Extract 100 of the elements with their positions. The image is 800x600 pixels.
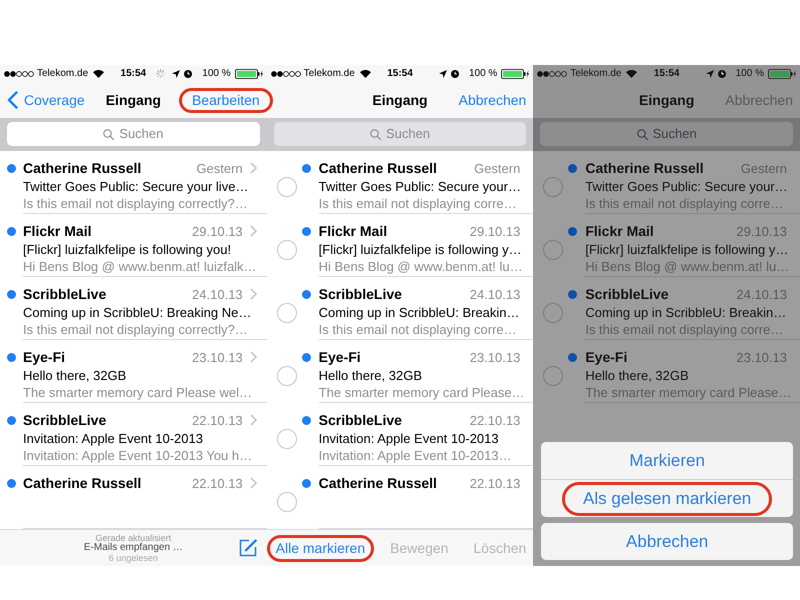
sheet-action-button[interactable]: Markieren	[629, 450, 705, 470]
back-button[interactable]: Coverage	[7, 91, 85, 109]
nav-title: Eingang	[106, 92, 161, 108]
location-arrow-icon	[706, 70, 714, 78]
message-subject: Coming up in ScribbleU: Breaking Ne…	[23, 304, 252, 321]
chevron-right-icon	[250, 225, 257, 237]
search-icon	[370, 128, 381, 140]
sender-name: Flickr Mail	[23, 222, 92, 241]
message-date: 29.10.13	[736, 222, 787, 240]
message-preview: Is this email not displaying corre…	[318, 321, 518, 338]
clock-icon	[450, 70, 459, 78]
sender-name: Catherine Russell	[23, 159, 142, 178]
message-date: 23.10.13	[470, 348, 520, 366]
carrier-name: Telekom.de	[570, 68, 622, 80]
message-date: Gestern	[196, 160, 243, 176]
message-date: 24.10.13	[192, 286, 243, 302]
message-preview: Is this email not displaying corre…	[585, 195, 784, 212]
message-date: 22.10.13	[192, 474, 243, 492]
message-subject: Coming up in ScribbleU: Breakin…	[318, 304, 520, 321]
location-arrow-icon	[172, 70, 180, 78]
nav-action-button[interactable]: Abbrechen	[458, 92, 526, 108]
nav-title: Eingang	[372, 92, 428, 108]
message-subject: [Flickr] luizfalkfelipe is following y…	[318, 241, 520, 258]
carrier-name: Telekom.de	[304, 68, 355, 80]
signal-icon	[4, 70, 34, 76]
message-subject: Twitter Goes Public: Secure your…	[585, 178, 787, 195]
location-arrow-icon	[438, 70, 447, 78]
compose-icon[interactable]	[238, 538, 258, 558]
sender-name: Eye-Fi	[318, 348, 362, 367]
sender-name: Catherine Russell	[318, 474, 438, 493]
wifi-icon	[626, 70, 638, 78]
message-subject: Coming up in ScribbleU: Breakin…	[585, 304, 787, 321]
message-preview: Invitation: Apple Event 10-2013…	[318, 447, 513, 464]
signal-icon	[537, 70, 568, 76]
search-icon	[103, 128, 114, 140]
message-preview: Hi Bens Blog @ www.benm.at! lu…	[585, 258, 787, 275]
battery-icon	[501, 68, 530, 78]
message-preview: Hi Bens Blog @ www.benm.at! lu…	[318, 258, 520, 275]
sender-name: Eye-Fi	[585, 348, 628, 367]
message-subject: Twitter Goes Public: Secure your…	[318, 178, 520, 195]
battery-icon	[768, 68, 796, 78]
battery-icon	[234, 68, 263, 78]
sender-name: Flickr Mail	[585, 222, 655, 241]
message-preview: Is this email not displaying correctly?…	[23, 195, 249, 212]
nav-action-button[interactable]: Abbrechen	[725, 92, 793, 108]
clock-icon	[184, 70, 192, 78]
chevron-right-icon	[250, 162, 257, 174]
carrier-name: Telekom.de	[37, 68, 88, 80]
clock-icon	[718, 70, 726, 78]
chevron-right-icon	[250, 477, 257, 489]
message-date: 22.10.13	[470, 474, 520, 492]
message-preview: The smarter memory card Please…	[585, 384, 787, 401]
message-subject: Hello there, 32GB	[318, 367, 423, 384]
nav-title: Eingang	[639, 92, 694, 108]
message-subject: Hello there, 32GB	[585, 367, 690, 384]
message-date: Gestern	[740, 160, 787, 176]
signal-icon	[270, 70, 301, 76]
message-subject: Invitation: Apple Event 10-2013	[318, 430, 500, 447]
message-subject: Invitation: Apple Event 10-2013	[23, 430, 204, 447]
clock-time: 15:54	[387, 68, 413, 80]
sender-name: ScribbleLive	[585, 285, 670, 304]
message-date: Gestern	[474, 160, 520, 176]
toolbar-button[interactable]: Alle markieren	[266, 534, 374, 562]
message-date: 29.10.13	[470, 222, 520, 240]
message-date: 29.10.13	[192, 222, 243, 240]
search-icon	[636, 128, 648, 140]
message-subject: Hello there, 32GB	[23, 367, 128, 384]
clock-time: 15:54	[654, 68, 680, 80]
message-subject: [Flickr] luizfalkfelipe is following you!	[23, 241, 232, 258]
message-preview: Is this email not displaying corre…	[585, 321, 784, 338]
chevron-right-icon	[250, 414, 257, 426]
battery-percent: 100 %	[736, 68, 764, 80]
sender-name: ScribbleLive	[23, 411, 108, 430]
clock-time: 15:54	[120, 68, 146, 80]
sync-status-text: 6 ungelesen	[108, 553, 158, 563]
battery-percent: 100 %	[202, 68, 231, 80]
sender-name: ScribbleLive	[23, 285, 108, 304]
message-preview: Hi Bens Blog @ www.benm.at! luizfalk…	[23, 258, 257, 275]
message-date: 22.10.13	[470, 412, 520, 428]
message-date: 23.10.13	[736, 348, 787, 366]
sender-name: Eye-Fi	[23, 348, 66, 367]
sender-name: Catherine Russell	[585, 159, 705, 178]
message-date: 24.10.13	[736, 286, 787, 302]
sync-status-text: E-Mails empfangen …	[84, 543, 183, 553]
sheet-action-button[interactable]: Abbrechen	[626, 532, 708, 552]
search-field[interactable]: Suchen	[7, 122, 260, 146]
message-subject: [Flickr] luizfalkfelipe is following y…	[585, 241, 787, 258]
chevron-right-icon	[250, 351, 257, 363]
message-preview: Is this email not displaying corre…	[318, 195, 518, 212]
sheet-action-button[interactable]: Als gelesen markieren	[562, 482, 772, 516]
sync-status-text: Gerade aktualisiert	[96, 533, 172, 543]
wifi-icon	[93, 70, 104, 78]
message-preview: The smarter memory card Please…	[318, 384, 520, 401]
message-date: 24.10.13	[470, 286, 520, 302]
sender-name: Catherine Russell	[318, 159, 438, 178]
message-preview: Invitation: Apple Event 10-2013 You h…	[23, 447, 254, 464]
message-preview: Is this email not displaying correctly?…	[23, 321, 249, 338]
sender-name: Catherine Russell	[23, 474, 142, 493]
message-date: 22.10.13	[192, 412, 243, 428]
sender-name: Flickr Mail	[318, 222, 388, 241]
